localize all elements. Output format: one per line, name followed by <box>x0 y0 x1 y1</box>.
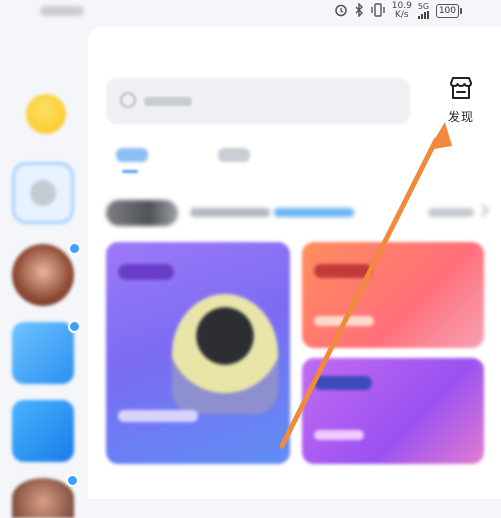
network-type-label: 5G <box>417 2 430 11</box>
tab-indicator <box>122 170 138 173</box>
contact-avatar[interactable] <box>12 244 74 306</box>
strip-text <box>190 208 270 217</box>
search-placeholder <box>144 97 192 106</box>
card-tag <box>118 264 174 280</box>
chevron-right-icon <box>476 204 489 217</box>
feature-card-top[interactable] <box>302 242 484 348</box>
contact-avatar[interactable] <box>12 478 74 518</box>
recommend-strip[interactable] <box>106 198 489 228</box>
tab-second[interactable] <box>218 148 250 162</box>
card-caption <box>118 410 198 422</box>
battery-indicator: 100 <box>435 4 463 18</box>
conversation-rail <box>0 26 88 518</box>
card-tag <box>314 376 372 390</box>
strip-highlight-text <box>274 208 354 217</box>
card-caption <box>314 430 364 440</box>
store-icon <box>448 76 474 104</box>
bluetooth-icon <box>354 1 364 20</box>
tab-first[interactable] <box>116 148 148 162</box>
card-illustration <box>172 294 278 414</box>
status-bar: 10.9 K/s 5G 100 <box>0 0 501 26</box>
rail-item-selected[interactable] <box>12 162 74 224</box>
search-input[interactable] <box>106 78 410 124</box>
unread-dot <box>68 320 81 333</box>
unread-dot <box>66 474 79 487</box>
avatar <box>30 180 56 206</box>
app-avatar[interactable] <box>12 400 74 462</box>
vibrate-icon <box>370 2 386 20</box>
alarm-icon <box>334 3 348 20</box>
emoji-avatar[interactable] <box>26 94 66 134</box>
group-avatar[interactable] <box>12 322 74 384</box>
discover-button[interactable]: 发现 <box>436 76 486 128</box>
status-time <box>40 6 84 16</box>
card-tag <box>314 264 372 278</box>
network-type: 5G <box>417 2 430 19</box>
signal-icon <box>417 11 429 19</box>
feature-card-large[interactable] <box>106 242 290 464</box>
unread-dot <box>68 242 81 255</box>
tab-bar <box>116 148 250 162</box>
more-link[interactable] <box>428 208 474 217</box>
network-speed: 10.9 K/s <box>392 2 412 20</box>
status-icons: 10.9 K/s 5G 100 <box>334 1 463 20</box>
discover-label: 发现 <box>447 110 474 124</box>
main-panel: 发现 <box>88 26 501 499</box>
card-caption <box>314 316 374 326</box>
search-icon <box>120 92 136 108</box>
feature-card-bottom[interactable] <box>302 358 484 464</box>
avatar-group <box>106 200 178 226</box>
network-speed-unit: K/s <box>394 10 409 20</box>
